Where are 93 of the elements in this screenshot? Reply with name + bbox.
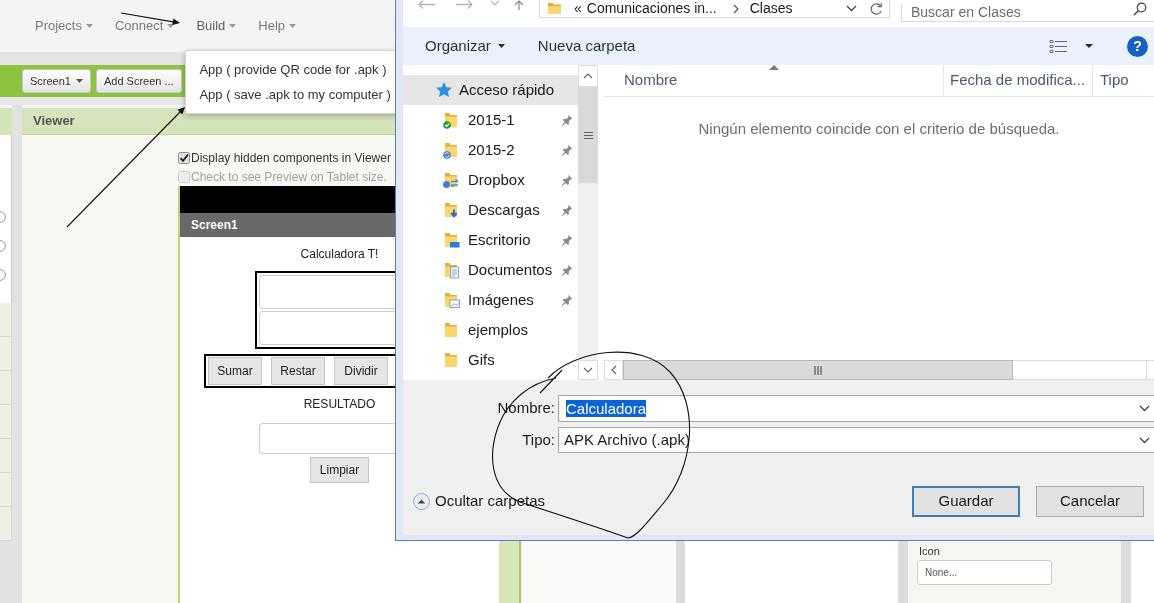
field-label: Tipo: (522, 429, 555, 450)
column-header[interactable]: Nombre (604, 65, 943, 96)
app-button[interactable]: Sumar (208, 357, 262, 385)
screen-title: Screen1 (191, 217, 238, 234)
caret-icon (167, 24, 175, 28)
list-row (0, 337, 12, 371)
folder-icon (442, 321, 460, 339)
menu-item[interactable]: Connect (114, 16, 175, 36)
list-row (0, 439, 12, 473)
scroll-down-button[interactable] (578, 360, 598, 380)
grip-icon (583, 131, 593, 139)
divider-strip (0, 541, 12, 603)
panel-title: Viewer (33, 112, 75, 131)
up-circle-icon (413, 493, 430, 510)
search-icon[interactable] (1133, 2, 1147, 16)
organize-button[interactable]: Organizar (425, 34, 505, 58)
nav-item[interactable]: Acceso rápido (403, 75, 578, 105)
menu-item[interactable]: Help (258, 16, 297, 36)
panel-header (0, 108, 12, 135)
folder-download-icon (442, 201, 460, 219)
back-arrow-icon[interactable] (418, 0, 436, 9)
checkbox[interactable] (178, 151, 190, 164)
breadcrumb[interactable]: Comunicaciones in... (586, 0, 717, 19)
filename-field[interactable]: Calculadora (558, 395, 1154, 422)
up-arrow-icon[interactable] (514, 0, 524, 10)
empty-message: Ningún elemento coincide con el criterio de búsqueda. (698, 119, 1060, 139)
app-heading: Calculadora T! (300, 246, 379, 263)
column-header[interactable]: Fecha de modifica... (943, 65, 1092, 96)
help-button[interactable]: ? (1127, 35, 1148, 57)
scroll-right-button[interactable] (1146, 360, 1154, 380)
column-header[interactable]: Tipo (1092, 65, 1154, 96)
result-label: RESULTADO (303, 396, 376, 413)
scrollbar-thumb[interactable] (578, 87, 598, 183)
chevron-right-icon (732, 3, 739, 14)
list-row (0, 507, 12, 541)
caret-icon (229, 24, 237, 28)
chevron-left-icon (610, 365, 617, 375)
chevron-down-icon (583, 367, 593, 373)
search-field[interactable]: Buscar en Clases (901, 3, 1154, 22)
menu-option[interactable]: App ( provide QR code for .apk ) (186, 57, 395, 82)
list-row (0, 405, 12, 439)
checkbox-label: Display hidden components in Viewer (191, 149, 391, 167)
checkbox-label: Check to see Preview on Tablet size. (191, 168, 387, 186)
new-folder-button[interactable]: Nueva carpeta (537, 34, 636, 58)
list-row (0, 473, 12, 507)
dialog-button[interactable]: Cancelar (1036, 486, 1144, 517)
screen-dropdown[interactable]: Screen1 (22, 69, 91, 93)
scroll-left-button[interactable] (604, 360, 623, 380)
text-field[interactable] (259, 275, 395, 309)
folder-sync-icon (442, 141, 460, 159)
folder-screen-icon (442, 231, 460, 249)
menu-option[interactable]: App ( save .apk to my computer ) (186, 82, 395, 107)
panel-border (499, 541, 521, 603)
caret-icon (497, 44, 505, 48)
breadcrumb-overflow[interactable]: « (574, 0, 582, 19)
file-type-dropdown[interactable]: APK Archivo (.apk) (558, 427, 1154, 453)
caret-icon (76, 79, 83, 83)
chevron-down-icon[interactable] (1139, 405, 1150, 412)
app-button[interactable]: Limpiar (310, 457, 369, 483)
list-row (0, 371, 12, 405)
app-button[interactable]: Dividir (334, 357, 388, 385)
dialog-button[interactable]: Guardar (912, 486, 1020, 517)
menu-item[interactable]: Build (196, 16, 237, 36)
text-field[interactable] (259, 311, 395, 345)
scroll-up-button[interactable] (578, 65, 598, 87)
chevron-down-icon[interactable] (1139, 436, 1150, 444)
chevron-up-icon (583, 73, 593, 79)
sort-arrow-icon (768, 65, 779, 70)
caret-icon[interactable] (1085, 44, 1093, 48)
breadcrumb[interactable]: Clases (749, 0, 793, 19)
menu-item[interactable]: Projects (35, 16, 93, 36)
folder-check-icon (442, 111, 460, 129)
refresh-icon[interactable] (869, 1, 883, 16)
app-button[interactable]: Restar (271, 357, 325, 385)
caret-icon (289, 24, 297, 28)
folder-icon (442, 351, 460, 369)
panel (1131, 541, 1154, 603)
caret-icon (85, 24, 93, 28)
star-icon (435, 81, 453, 99)
folder-arrows-icon (442, 171, 460, 189)
scrollbar-thumb[interactable] (623, 360, 1013, 380)
address-bar[interactable]: « Comunicaciones in... Clases (539, 0, 890, 18)
picker-field[interactable]: None... (917, 560, 1052, 585)
folder-picture-icon (442, 291, 460, 309)
folder-document-icon (442, 261, 460, 279)
chevron-down-icon[interactable] (846, 5, 857, 12)
text-field[interactable] (259, 423, 395, 454)
property-label: Icon (919, 545, 940, 558)
details-view-icon[interactable] (1049, 38, 1068, 54)
add-screen-button[interactable]: Add Screen ... (96, 69, 182, 93)
forward-arrow-icon[interactable] (455, 0, 473, 9)
grip-icon (814, 365, 822, 375)
folder-icon (548, 3, 561, 14)
